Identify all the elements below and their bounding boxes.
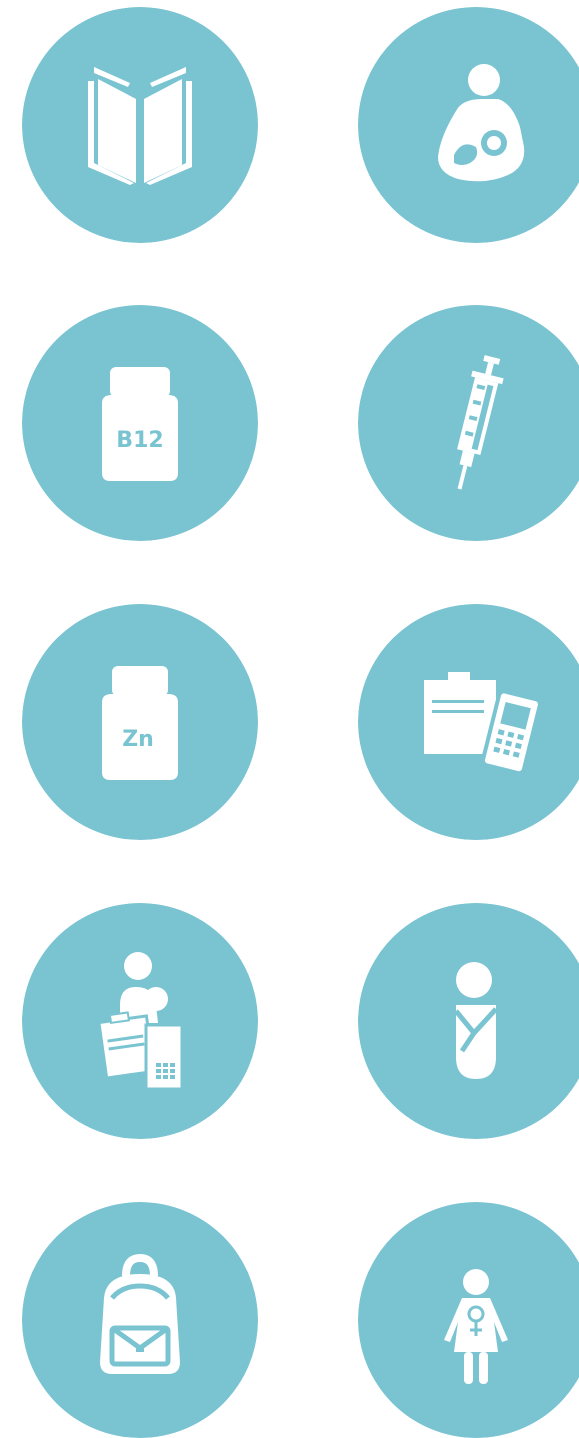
breastfeeding-mother-icon	[358, 7, 579, 243]
mother-with-records-icon	[22, 903, 258, 1139]
b12-label: B12	[116, 428, 163, 453]
icon-grid: B12 Zn	[0, 0, 579, 1438]
schoolbag-icon	[22, 1202, 258, 1438]
clipboard-phone-icon	[358, 604, 579, 840]
swaddled-baby-icon	[358, 903, 579, 1139]
syringe-icon	[358, 305, 579, 541]
zn-label: Zn	[122, 727, 154, 752]
zinc-supplement-bottle-icon: Zn	[22, 604, 258, 840]
vitamin-b12-bottle-icon: B12	[22, 305, 258, 541]
girl-female-symbol-icon	[358, 1202, 579, 1438]
open-book-icon	[22, 7, 258, 243]
